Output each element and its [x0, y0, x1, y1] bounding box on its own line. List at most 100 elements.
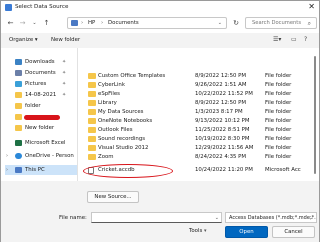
- file-date: 9/13/2022 10:12 PM: [195, 118, 250, 124]
- up-arrow-icon[interactable]: ↑: [42, 18, 51, 29]
- pin-icon: ✦: [62, 70, 67, 76]
- forward-arrow-icon[interactable]: →: [18, 18, 27, 29]
- search-icon: ⌕: [307, 20, 311, 27]
- preview-pane-icon[interactable]: ▭: [291, 36, 297, 43]
- list-item[interactable]: CyberLink 9/26/2022 1:51 AM File folder: [79, 81, 311, 90]
- list-item[interactable]: eSpFiles 10/22/2022 11:52 PM File folder: [79, 90, 311, 99]
- expand-chevron-icon[interactable]: ›: [6, 165, 8, 175]
- nav-item-onedrive[interactable]: › OneDrive - Person: [5, 151, 77, 161]
- list-item[interactable]: Custom Office Templates 8/9/2022 12:50 P…: [79, 72, 311, 81]
- app-icon: [5, 4, 12, 11]
- file-name: CyberLink: [98, 82, 125, 88]
- file-name-field[interactable]: ⌄: [91, 212, 222, 223]
- file-name: eSpFiles: [98, 91, 120, 97]
- scrollbar-thumb[interactable]: [314, 56, 316, 174]
- vertical-scrollbar[interactable]: [312, 48, 318, 181]
- pin-icon: ✦: [62, 59, 67, 65]
- file-date: 1/3/2023 8:17 PM: [195, 109, 243, 115]
- nav-label: Documents: [25, 70, 56, 76]
- refresh-icon[interactable]: ↻: [231, 18, 241, 29]
- cancel-button[interactable]: Cancel: [272, 226, 315, 238]
- nav-item-redacted[interactable]: [5, 112, 77, 122]
- address-dropdown-icon[interactable]: ⌄: [218, 19, 222, 28]
- download-icon: [15, 59, 22, 65]
- address-segment-documents[interactable]: Documents: [108, 19, 139, 28]
- file-date: 10/19/2022 8:30 PM: [195, 136, 250, 142]
- list-item[interactable]: Zoom 8/24/2022 4:35 PM File folder: [79, 153, 311, 162]
- file-date: 8/9/2022 12:50 PM: [195, 100, 247, 106]
- highlight-circle: [83, 164, 173, 178]
- nav-label: folder: [25, 103, 41, 109]
- file-date: 10/22/2022 11:52 PM: [195, 91, 253, 97]
- tools-menu[interactable]: Tools ▾: [189, 228, 207, 234]
- file-list: Custom Office Templates 8/9/2022 12:50 P…: [79, 48, 311, 181]
- dialog-footer: New Source... File name: ⌄ Access Databa…: [1, 181, 319, 242]
- nav-item-new-folder[interactable]: New folder: [5, 123, 77, 133]
- file-date: 8/9/2022 12:50 PM: [195, 73, 247, 79]
- expand-chevron-icon[interactable]: ›: [6, 151, 8, 161]
- folder-icon: [15, 92, 22, 98]
- address-bar[interactable]: › HP › Documents ⌄: [67, 17, 227, 29]
- new-source-button[interactable]: New Source...: [87, 191, 139, 203]
- search-input[interactable]: Search Documents ⌕: [245, 17, 317, 29]
- folder-icon: [88, 100, 96, 106]
- file-name: Visual Studio 2012: [98, 145, 149, 151]
- nav-label: 14-08-2021: [25, 92, 57, 98]
- help-icon[interactable]: ?: [304, 36, 307, 43]
- folder-icon: [88, 109, 96, 115]
- pc-icon: [15, 167, 22, 173]
- folder-icon: [88, 136, 96, 142]
- nav-item-14-08-2021[interactable]: 14-08-2021 ✦: [5, 90, 77, 100]
- file-name: OneNote Notebooks: [98, 118, 153, 124]
- file-type: File folder: [265, 109, 292, 115]
- file-date: 11/25/2022 8:51 PM: [195, 127, 250, 133]
- file-type: File folder: [265, 82, 292, 88]
- file-date: 8/24/2022 4:35 PM: [195, 154, 247, 160]
- nav-label: New folder: [25, 125, 55, 131]
- nav-item-downloads[interactable]: Downloads ✦: [5, 57, 77, 67]
- recent-chevron-icon[interactable]: ⌄: [30, 18, 39, 29]
- nav-item-microsoft-excel[interactable]: Microsoft Excel: [5, 138, 77, 148]
- open-button[interactable]: Open: [225, 226, 268, 238]
- nav-item-folder[interactable]: folder: [5, 101, 77, 111]
- file-type-select[interactable]: Access Databases (*.mdb;*.mde;*.ac ⌄: [225, 212, 317, 223]
- file-type: Microsoft Acc: [265, 167, 301, 173]
- file-name: Library: [98, 100, 117, 106]
- chevron-down-icon[interactable]: ⌄: [215, 213, 219, 223]
- pc-icon: [71, 20, 78, 26]
- nav-item-pictures[interactable]: Pictures ✦: [5, 79, 77, 89]
- file-type: File folder: [265, 91, 292, 97]
- nav-item-documents[interactable]: Documents ✦: [5, 68, 77, 78]
- file-type: File folder: [265, 100, 292, 106]
- address-row: ← → ⌄ ↑ › HP › Documents ⌄ ↻ Search Docu…: [1, 14, 319, 33]
- file-name: Custom Office Templates: [98, 73, 166, 79]
- select-data-source-dialog: Select Data Source ✕ ← → ⌄ ↑ › HP › Docu…: [0, 0, 320, 242]
- chevron-down-icon: ⌄: [309, 215, 314, 221]
- nav-label: This PC: [25, 167, 45, 173]
- back-arrow-icon[interactable]: ←: [6, 18, 15, 29]
- nav-item-this-pc[interactable]: › This PC: [5, 165, 77, 175]
- nav-label: OneDrive - Person: [25, 153, 74, 159]
- separator-chevron-icon: ›: [81, 20, 84, 26]
- close-icon[interactable]: ✕: [308, 2, 315, 12]
- view-options-icon[interactable]: ☰▾: [273, 36, 281, 43]
- folder-icon: [88, 154, 96, 160]
- list-item[interactable]: My Data Sources 1/3/2023 8:17 PM File fo…: [79, 108, 311, 117]
- list-item[interactable]: OneNote Notebooks 9/13/2022 10:12 PM Fil…: [79, 117, 311, 126]
- organize-button[interactable]: Organize ▾: [9, 37, 38, 43]
- file-name: Zoom: [98, 154, 114, 160]
- new-folder-button[interactable]: New folder: [51, 37, 80, 43]
- file-name: Sound recordings: [98, 136, 146, 142]
- file-date: 12/29/2022 11:56 AM: [195, 145, 254, 151]
- list-item[interactable]: Library 8/9/2022 12:50 PM File folder: [79, 99, 311, 108]
- pin-icon: ✦: [62, 92, 67, 98]
- list-item[interactable]: Outlook Files 11/25/2022 8:51 PM File fo…: [79, 126, 311, 135]
- file-type: File folder: [265, 118, 292, 124]
- file-type: File folder: [265, 145, 292, 151]
- file-type-value: Access Databases (*.mdb;*.mde;*.ac: [229, 215, 317, 221]
- address-segment-hp[interactable]: HP: [88, 19, 95, 28]
- list-item[interactable]: Sound recordings 10/19/2022 8:30 PM File…: [79, 135, 311, 144]
- documents-icon: [15, 70, 22, 76]
- list-item[interactable]: Visual Studio 2012 12/29/2022 11:56 AM F…: [79, 144, 311, 153]
- folder-icon: [88, 82, 96, 88]
